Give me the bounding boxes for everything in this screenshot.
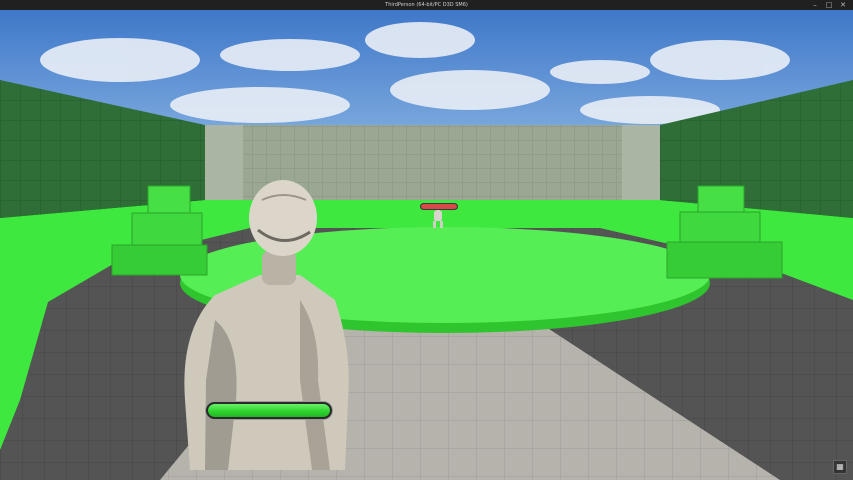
enemy-health-bar (420, 203, 458, 210)
window-title: ThirdPerson (64-bit/PC D3D SM6) (385, 2, 468, 8)
back-wall-right-pillar (622, 125, 660, 203)
enemy-health-fill (421, 204, 457, 209)
window-controls: – □ ✕ (811, 0, 847, 10)
game-window: ThirdPerson (64-bit/PC D3D SM6) – □ ✕ ▦ (0, 0, 853, 480)
player-health-fill (208, 404, 330, 417)
close-button[interactable]: ✕ (839, 1, 847, 9)
grid-icon[interactable]: ▦ (833, 460, 847, 474)
player-health-bar (206, 402, 332, 419)
game-viewport[interactable]: ▦ (0, 10, 853, 480)
back-wall-left-pillar (205, 125, 243, 203)
game-scene (0, 10, 853, 480)
title-bar: ThirdPerson (64-bit/PC D3D SM6) – □ ✕ (0, 0, 853, 10)
maximize-button[interactable]: □ (825, 1, 833, 9)
minimize-button[interactable]: – (811, 1, 819, 9)
